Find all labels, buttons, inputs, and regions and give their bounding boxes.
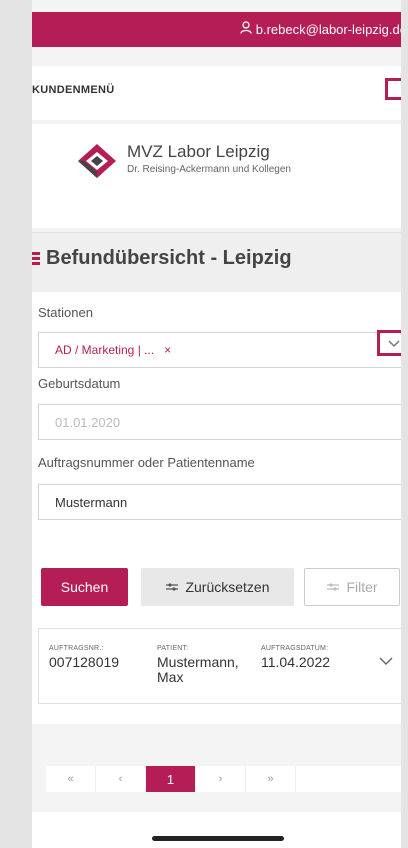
last-page-button[interactable]: » [246,766,296,792]
patient-column: PATIENT: Mustermann, Max [157,645,257,685]
patient-header: PATIENT: [157,645,189,652]
order-date-header: AUFTRAGSDATUM: [261,645,329,652]
left-gutter [0,0,32,848]
order-number-header: AUFTRAGSNR.: [49,645,104,652]
birthdate-label: Geburtsdatum [38,376,121,391]
station-chip[interactable]: AD / Marketing | ... × [55,343,171,357]
order-or-patient-input[interactable]: Mustermann [38,484,401,520]
search-form: Stationen AD / Marketing | ... × +1 Gebu… [32,292,401,724]
stations-label: Stationen [38,305,93,320]
logo-area: MVZ Labor Leipzig Dr. Reising-Ackermann … [32,124,401,228]
first-page-button[interactable]: « [46,766,96,792]
customer-menu-toggle[interactable] [385,78,401,100]
order-date-value: 11.04.2022 [261,654,331,670]
result-row[interactable]: AUFTRAGSNR.: 007128019 PATIENT: Musterma… [38,628,401,704]
search-button[interactable]: Suchen [41,568,128,606]
home-bar [32,812,401,848]
pagination-area: « ‹ 1 › » [32,724,401,812]
birthdate-value: 01.01.2020 [55,415,121,430]
user-icon [240,21,252,37]
user-account[interactable]: b.rebeck@labor-leipzig.de [240,21,401,37]
prev-page-button[interactable]: ‹ [96,766,146,792]
reset-button[interactable]: Zurücksetzen [141,568,294,606]
pagination: « ‹ 1 › » [46,766,401,792]
page-heading-bar: Befundübersicht - Leipzig [32,232,401,292]
user-email: b.rebeck@labor-leipzig.de [255,21,401,37]
lab-subtitle: Dr. Reising-Ackermann und Kollegen [127,164,291,175]
order-number-value: 007128019 [49,654,120,670]
stations-select[interactable]: AD / Marketing | ... × +1 [38,332,401,368]
customer-menu-label: KUNDENMENÜ [32,84,115,96]
filter-sliders-icon [327,583,340,591]
home-indicator[interactable] [152,836,284,841]
station-chip-label: AD / Marketing | ... [55,343,155,357]
list-icon [32,252,40,266]
sliders-icon [166,583,179,591]
chip-remove-icon[interactable]: × [164,343,171,357]
filter-button[interactable]: Filter [304,568,400,606]
order-or-patient-label: Auftragsnummer oder Patientenname [38,455,255,470]
customer-menu-bar: KUNDENMENÜ [32,66,401,120]
filter-button-label: Filter [346,579,378,595]
current-page-button[interactable]: 1 [146,766,196,792]
search-button-label: Suchen [60,579,109,595]
reset-button-label: Zurücksetzen [185,579,270,595]
lab-name: MVZ Labor Leipzig [127,142,270,161]
stations-dropdown-toggle[interactable] [377,330,401,356]
chevron-down-icon [388,340,400,348]
birthdate-field[interactable]: 01.01.2020 [38,404,401,440]
expand-chevron-icon[interactable] [379,657,393,666]
order-number-column: AUFTRAGSNR.: 007128019 [49,645,119,670]
lab-logo-icon [78,144,116,178]
next-page-button[interactable]: › [196,766,246,792]
right-gutter [401,0,408,848]
order-date-column: AUFTRAGSDATUM: 11.04.2022 [261,645,330,670]
top-bar: b.rebeck@labor-leipzig.de [32,12,401,47]
page-title: Befundübersicht - Leipzig [46,247,292,269]
patient-value: Mustermann, Max [157,654,239,685]
order-or-patient-value: Mustermann [55,495,128,510]
mobile-viewport: b.rebeck@labor-leipzig.de KUNDENMENÜ MVZ… [32,0,401,848]
